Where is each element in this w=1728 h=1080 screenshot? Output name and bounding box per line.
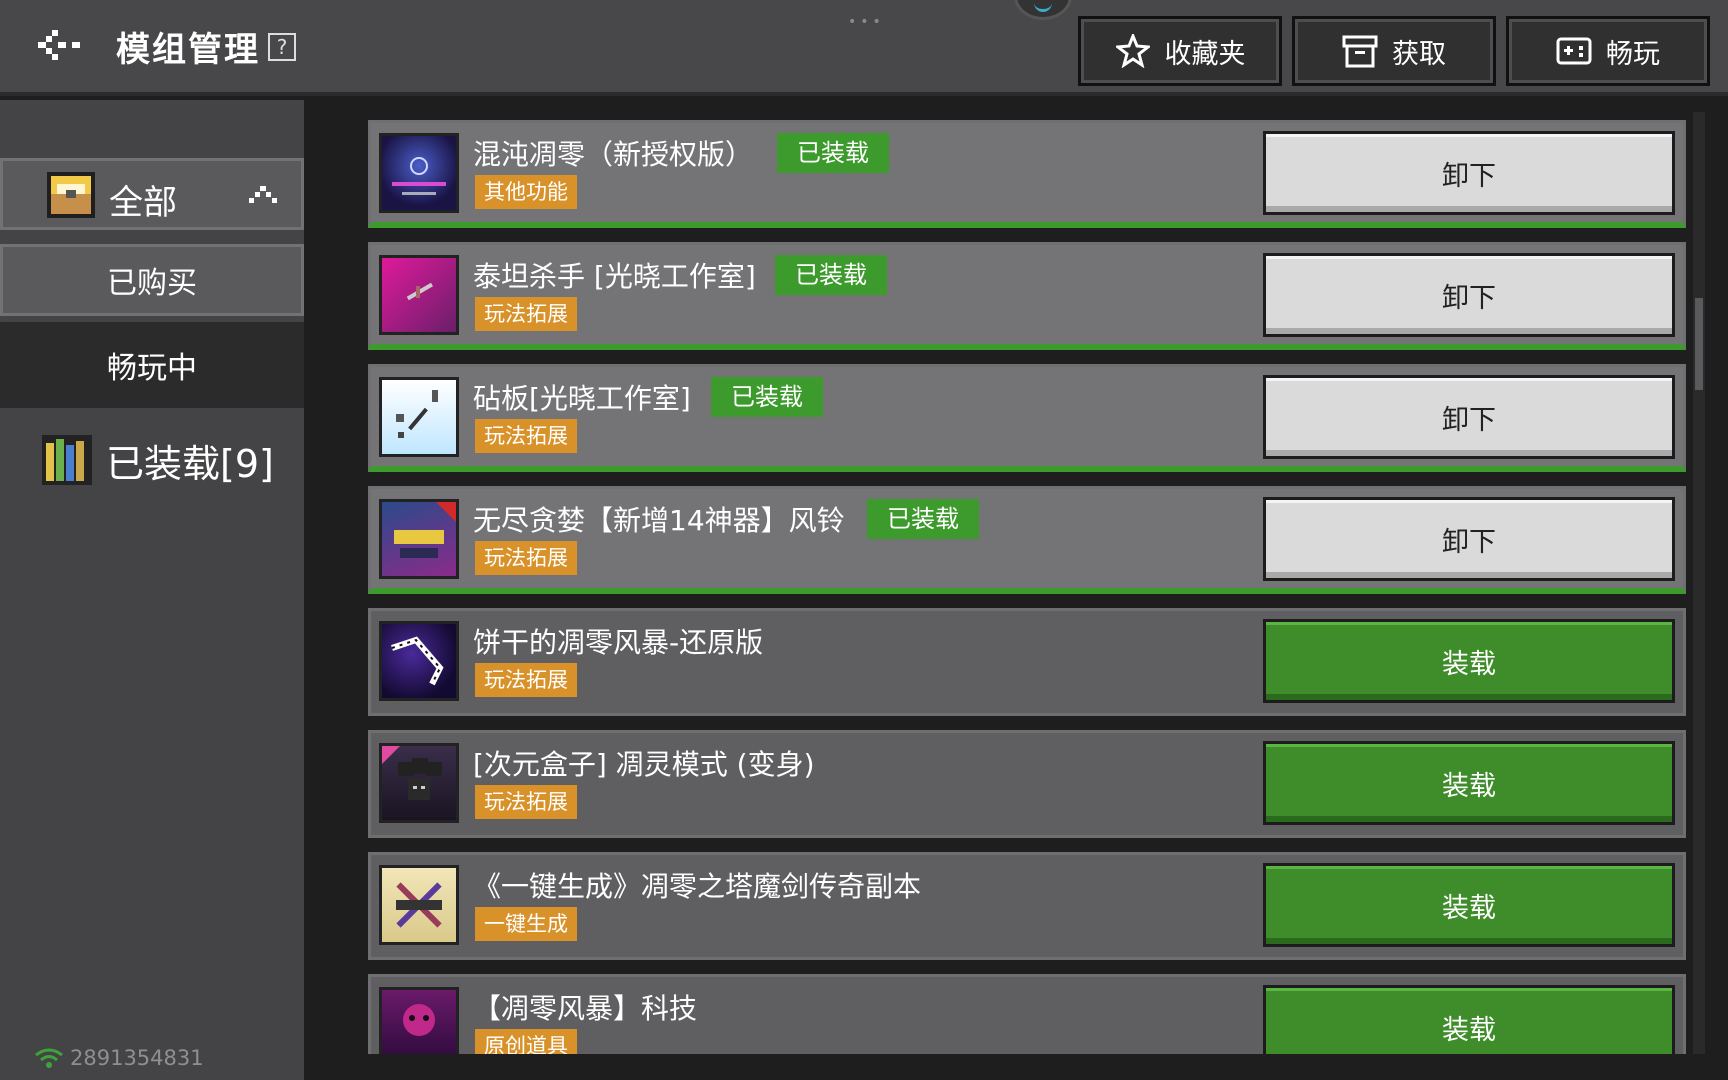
loaded-badge: 已装载 bbox=[777, 133, 889, 173]
bookshelf-icon bbox=[42, 435, 92, 485]
load-button[interactable]: 装载 bbox=[1263, 985, 1675, 1054]
mod-thumbnail bbox=[379, 377, 459, 457]
sidebar-item-playing[interactable]: 畅玩中 bbox=[0, 322, 304, 408]
load-button[interactable]: 装载 bbox=[1263, 619, 1675, 703]
mod-thumbnail bbox=[379, 743, 459, 823]
mod-category-tag: 其他功能 bbox=[475, 175, 577, 209]
mod-row: [次元盒子] 凋灵模式 (变身) 玩法拓展 装载 bbox=[368, 730, 1686, 838]
favorites-button[interactable]: 收藏夹 bbox=[1078, 16, 1282, 86]
mod-row: 混沌凋零（新授权版） 已装载 其他功能 卸下 bbox=[368, 120, 1686, 228]
loaded-badge: 已装载 bbox=[775, 255, 887, 295]
mod-category-tag: 玩法拓展 bbox=[475, 419, 577, 453]
mod-thumbnail bbox=[379, 499, 459, 579]
help-icon[interactable]: ? bbox=[268, 33, 296, 61]
mod-row: 《一键生成》凋零之塔魔剑传奇副本 一键生成 装载 bbox=[368, 852, 1686, 960]
mod-category-tag: 玩法拓展 bbox=[475, 785, 577, 819]
star-icon bbox=[1115, 34, 1151, 68]
box-icon bbox=[1342, 34, 1378, 68]
loaded-badge: 已装载 bbox=[867, 499, 979, 539]
get-button[interactable]: 获取 bbox=[1292, 16, 1496, 86]
sidebar-item-bought[interactable]: 已购买 bbox=[0, 244, 304, 316]
mod-category-tag: 一键生成 bbox=[475, 907, 577, 941]
favorites-label: 收藏夹 bbox=[1164, 38, 1246, 70]
mod-category-tag: 玩法拓展 bbox=[475, 297, 577, 331]
loaded-badge: 已装载 bbox=[711, 377, 823, 417]
mod-thumbnail bbox=[379, 987, 459, 1054]
camera-notch bbox=[1014, 0, 1072, 20]
mod-name: 饼干的凋零风暴-还原版 bbox=[473, 626, 764, 659]
unload-button[interactable]: 卸下 bbox=[1263, 375, 1675, 459]
mod-name: 【凋零风暴】科技 bbox=[473, 992, 698, 1025]
mod-row: 无尽贪婪【新增14神器】风铃 已装载 玩法拓展 卸下 bbox=[368, 486, 1686, 594]
mod-name: 《一键生成》凋零之塔魔剑传奇副本 bbox=[473, 870, 922, 903]
mod-thumbnail bbox=[379, 621, 459, 701]
wifi-icon bbox=[35, 1048, 63, 1068]
unload-button[interactable]: 卸下 bbox=[1263, 497, 1675, 581]
mod-name: 混沌凋零（新授权版） bbox=[473, 138, 754, 171]
page-title: 模组管理 bbox=[116, 30, 260, 70]
mod-name: 泰坦杀手 [光晓工作室] bbox=[473, 260, 756, 293]
sidebar-item-loaded[interactable]: 已装载[9] bbox=[42, 432, 274, 488]
sidebar: 全部 已购买 畅玩中 已装载[9] 2891354831 bbox=[0, 100, 304, 1080]
load-button[interactable]: 装载 bbox=[1263, 863, 1675, 947]
user-id-text: 2891354831 bbox=[70, 1046, 204, 1070]
mod-category-tag: 原创道具 bbox=[475, 1029, 577, 1054]
mod-row: 泰坦杀手 [光晓工作室] 已装载 玩法拓展 卸下 bbox=[368, 242, 1686, 350]
sidebar-item-all[interactable]: 全部 bbox=[0, 158, 304, 230]
mod-thumbnail bbox=[379, 133, 459, 213]
sidebar-loaded-label: 已装载[9] bbox=[106, 441, 274, 486]
mod-row: 饼干的凋零风暴-还原版 玩法拓展 装载 bbox=[368, 608, 1686, 716]
chevron-up-icon[interactable] bbox=[249, 181, 277, 211]
mod-thumbnail bbox=[379, 865, 459, 945]
back-arrow-icon[interactable] bbox=[38, 28, 82, 62]
more-dots-icon[interactable]: ••• bbox=[848, 14, 885, 30]
play-button[interactable]: 畅玩 bbox=[1506, 16, 1710, 86]
mod-list: 混沌凋零（新授权版） 已装载 其他功能 卸下 泰坦杀手 [光晓工作室] 已装载 … bbox=[368, 112, 1686, 1054]
sidebar-all-label: 全部 bbox=[109, 183, 177, 223]
top-bar: 模组管理 ? ••• 收藏夹 获取 畅玩 bbox=[0, 0, 1728, 96]
scrollbar-track[interactable] bbox=[1693, 112, 1705, 1054]
gamepad-icon bbox=[1556, 34, 1592, 68]
load-button[interactable]: 装载 bbox=[1263, 741, 1675, 825]
mod-row: 【凋零风暴】科技 原创道具 装载 bbox=[368, 974, 1686, 1054]
play-label: 畅玩 bbox=[1606, 38, 1660, 70]
mod-name: [次元盒子] 凋灵模式 (变身) bbox=[473, 748, 815, 781]
unload-button[interactable]: 卸下 bbox=[1263, 131, 1675, 215]
unload-button[interactable]: 卸下 bbox=[1263, 253, 1675, 337]
chest-icon bbox=[47, 172, 95, 218]
mod-name: 无尽贪婪【新增14神器】风铃 bbox=[473, 504, 845, 537]
scrollbar-thumb[interactable] bbox=[1695, 298, 1703, 390]
mod-row: 砧板[光晓工作室] 已装载 玩法拓展 卸下 bbox=[368, 364, 1686, 472]
user-id: 2891354831 bbox=[34, 1046, 204, 1070]
mod-thumbnail bbox=[379, 255, 459, 335]
get-label: 获取 bbox=[1392, 38, 1446, 70]
mod-category-tag: 玩法拓展 bbox=[475, 663, 577, 697]
mod-category-tag: 玩法拓展 bbox=[475, 541, 577, 575]
mod-name: 砧板[光晓工作室] bbox=[473, 382, 691, 415]
